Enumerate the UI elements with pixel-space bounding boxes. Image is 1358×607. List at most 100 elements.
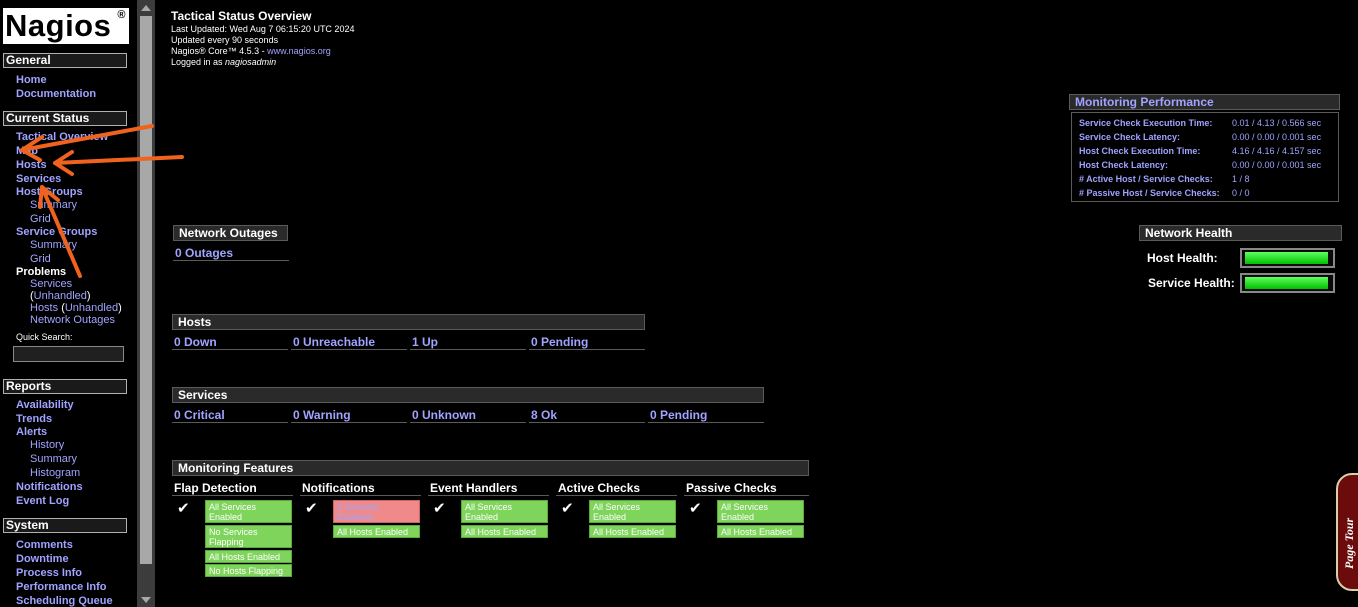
nav-header-general: General <box>3 53 127 68</box>
quick-search-input[interactable] <box>13 346 124 362</box>
service-health-fill <box>1245 277 1328 289</box>
feature-notifications: Notifications <box>300 481 421 496</box>
sidebar: Nagios ® General Home Documentation Curre… <box>0 0 137 607</box>
feature-event-handlers: Event Handlers <box>428 481 549 496</box>
nav-problems-network-outages[interactable]: Network Outages <box>30 314 115 327</box>
nav-comments[interactable]: Comments <box>16 539 73 552</box>
badge-flap-services[interactable]: All Services Enabled <box>205 500 292 523</box>
services-unknown[interactable]: 0 Unknown <box>410 408 526 423</box>
badge-flap-no-services[interactable]: No Services Flapping <box>205 525 292 548</box>
version-info: Nagios® Core™ 4.5.3 - www.nagios.org <box>171 46 331 56</box>
badge-flap-no-hosts[interactable]: No Hosts Flapping <box>205 564 292 577</box>
logged-in-info: Logged in as nagiosadmin <box>171 57 277 67</box>
sidebar-scrollbar[interactable] <box>137 0 155 607</box>
network-outages-title: Network Outages <box>173 225 288 241</box>
badge-active-checks-hosts[interactable]: All Hosts Enabled <box>589 525 676 538</box>
event-handlers-check-icon[interactable]: ✔ <box>433 499 446 517</box>
service-health-bar[interactable] <box>1240 273 1335 293</box>
monitoring-performance-table: Service Check Execution Time: 0.01 / 4.13… <box>1071 112 1339 202</box>
nav-home[interactable]: Home <box>16 74 47 87</box>
nav-service-groups-grid[interactable]: Grid <box>30 253 51 266</box>
nav-process-info[interactable]: Process Info <box>16 567 82 580</box>
nav-hosts[interactable]: Hosts <box>16 159 47 172</box>
nav-map[interactable]: Map <box>16 145 38 158</box>
flap-detection-check-icon[interactable]: ✔ <box>177 499 190 517</box>
service-health-label: Service Health: <box>1148 276 1235 290</box>
scrollbar-thumb[interactable] <box>140 16 152 564</box>
scroll-down-icon[interactable] <box>141 597 151 603</box>
services-pending[interactable]: 0 Pending <box>648 408 764 423</box>
nav-notifications[interactable]: Notifications <box>16 481 83 494</box>
perf-row[interactable]: # Passive Host / Service Checks: 0 / 0 <box>1079 187 1334 199</box>
perf-row[interactable]: # Active Host / Service Checks: 1 / 8 <box>1079 173 1334 185</box>
services-critical[interactable]: 0 Critical <box>172 408 288 423</box>
nav-performance-info[interactable]: Performance Info <box>16 581 106 594</box>
nav-header-current-status: Current Status <box>3 111 127 126</box>
nav-host-groups[interactable]: Host Groups <box>16 186 83 199</box>
badge-active-checks-services[interactable]: All Services Enabled <box>589 500 676 523</box>
nav-alerts-summary[interactable]: Summary <box>30 453 77 466</box>
active-checks-check-icon[interactable]: ✔ <box>561 499 574 517</box>
hosts-down[interactable]: 0 Down <box>172 335 288 350</box>
feature-flap-detection: Flap Detection <box>172 481 293 496</box>
notifications-check-icon[interactable]: ✔ <box>305 499 318 517</box>
perf-row[interactable]: Service Check Execution Time: 0.01 / 4.13… <box>1079 117 1334 129</box>
monitoring-features-title: Monitoring Features <box>172 460 809 476</box>
page-tour-button[interactable]: Page Tour <box>1336 473 1358 591</box>
badge-notifications-hosts[interactable]: All Hosts Enabled <box>333 525 420 538</box>
update-interval: Updated every 90 seconds <box>171 35 279 45</box>
feature-passive-checks: Passive Checks <box>684 481 809 496</box>
nav-host-groups-summary[interactable]: Summary <box>30 199 77 212</box>
hosts-unreachable[interactable]: 0 Unreachable <box>291 335 407 350</box>
feature-active-checks: Active Checks <box>556 481 677 496</box>
nav-problems-hosts[interactable]: Hosts <box>30 302 58 314</box>
nav-service-groups-summary[interactable]: Summary <box>30 239 77 252</box>
scroll-up-icon[interactable] <box>141 5 151 11</box>
host-health-bar[interactable] <box>1240 248 1335 268</box>
quick-search-label: Quick Search: <box>16 332 73 342</box>
hosts-up[interactable]: 1 Up <box>410 335 526 350</box>
nav-header-system: System <box>3 518 127 533</box>
perf-row[interactable]: Host Check Execution Time: 4.16 / 4.16 / … <box>1079 145 1334 157</box>
network-health-title: Network Health <box>1139 225 1342 241</box>
nav-alerts-history[interactable]: History <box>30 439 64 452</box>
passive-checks-check-icon[interactable]: ✔ <box>689 499 702 517</box>
perf-row[interactable]: Service Check Latency: 0.00 / 0.00 / 0.00… <box>1079 131 1334 143</box>
badge-event-handlers-hosts[interactable]: All Hosts Enabled <box>461 525 548 538</box>
badge-passive-checks-services[interactable]: All Services Enabled <box>717 500 804 523</box>
nav-alerts-histogram[interactable]: Histogram <box>30 467 80 480</box>
outages-count[interactable]: 0 Outages <box>173 246 289 261</box>
nav-problems-services-unhandled[interactable]: Unhandled <box>34 290 87 302</box>
services-ok[interactable]: 8 Ok <box>529 408 645 423</box>
nagios-org-link[interactable]: www.nagios.org <box>267 46 331 56</box>
nav-services[interactable]: Services <box>16 173 61 186</box>
perf-row[interactable]: Host Check Latency: 0.00 / 0.00 / 0.001 s… <box>1079 159 1334 171</box>
nav-event-log[interactable]: Event Log <box>16 495 69 508</box>
nav-problems-hosts-unhandled[interactable]: Unhandled <box>65 302 118 314</box>
services-warning[interactable]: 0 Warning <box>291 408 407 423</box>
nav-scheduling-queue[interactable]: Scheduling Queue <box>16 595 113 607</box>
hosts-pending[interactable]: 0 Pending <box>529 335 645 350</box>
nav-trends[interactable]: Trends <box>16 413 52 426</box>
host-health-label: Host Health: <box>1147 251 1218 265</box>
services-title: Services <box>172 387 764 403</box>
nav-alerts[interactable]: Alerts <box>16 426 47 439</box>
badge-notifications-services[interactable]: 2 Services Disabled <box>333 500 420 523</box>
badge-passive-checks-hosts[interactable]: All Hosts Enabled <box>717 525 804 538</box>
monitoring-performance-title[interactable]: Monitoring Performance <box>1069 94 1340 110</box>
badge-event-handlers-services[interactable]: All Services Enabled <box>461 500 548 523</box>
host-health-fill <box>1245 252 1328 264</box>
badge-flap-hosts[interactable]: All Hosts Enabled <box>205 550 292 563</box>
nav-host-groups-grid[interactable]: Grid <box>30 213 51 226</box>
nav-availability[interactable]: Availability <box>16 399 74 412</box>
page-title: Tactical Status Overview <box>171 9 312 23</box>
nav-tactical-overview[interactable]: Tactical Overview <box>16 131 108 144</box>
last-updated: Last Updated: Wed Aug 7 06:15:20 UTC 202… <box>171 24 355 34</box>
nav-header-reports: Reports <box>3 379 127 394</box>
hosts-title: Hosts <box>172 314 645 330</box>
nav-documentation[interactable]: Documentation <box>16 88 96 101</box>
nagios-logo[interactable]: Nagios ® <box>3 8 129 44</box>
logged-in-user: nagiosadmin <box>225 57 277 67</box>
nav-service-groups[interactable]: Service Groups <box>16 226 97 239</box>
nav-downtime[interactable]: Downtime <box>16 553 69 566</box>
